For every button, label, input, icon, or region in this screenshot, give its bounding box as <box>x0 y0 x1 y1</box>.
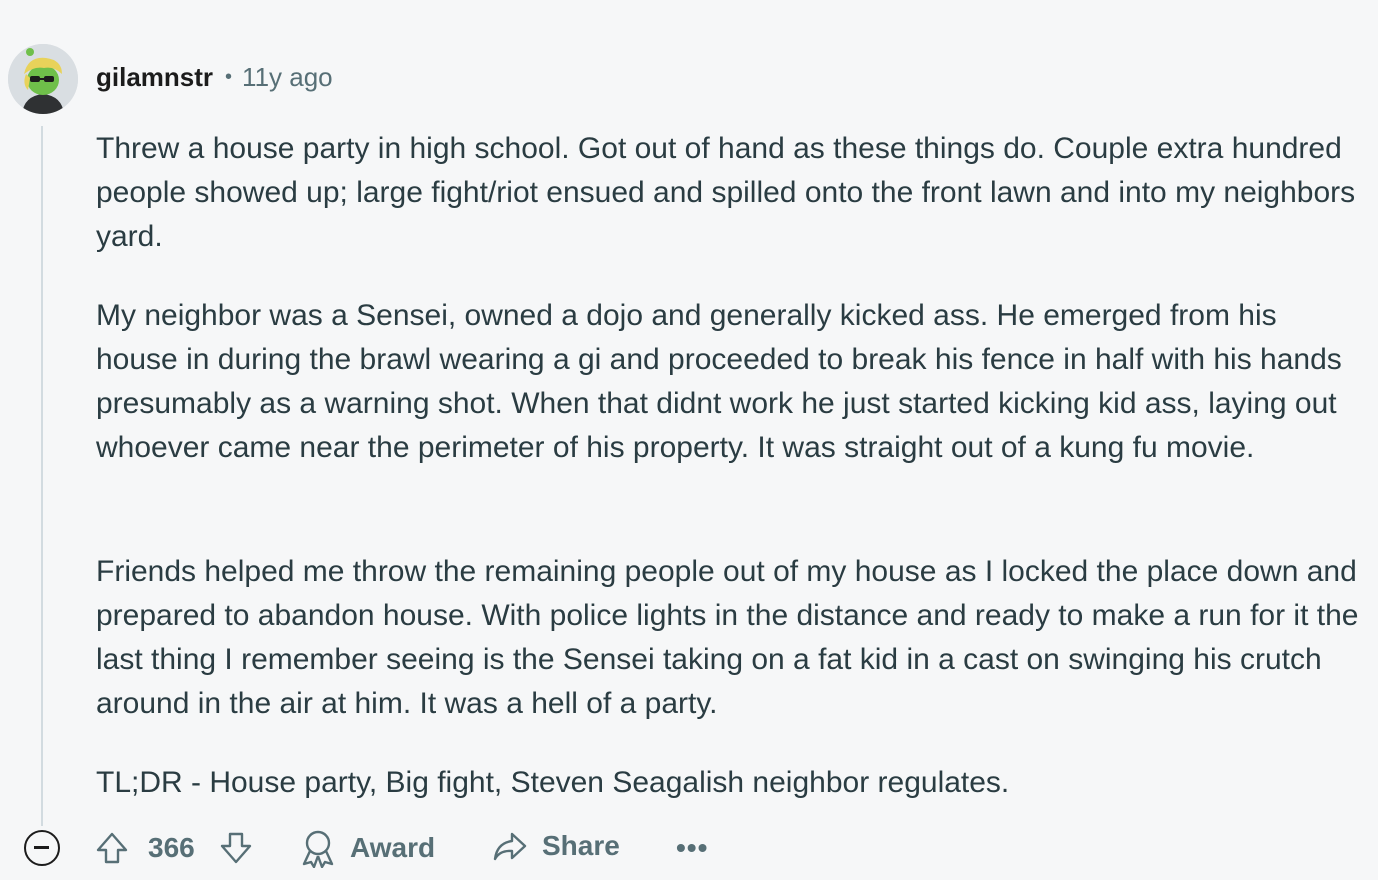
award-label: Award <box>350 832 436 863</box>
paragraph-4: TL;DR - House party, Big fight, Steven S… <box>96 766 1010 799</box>
downvote-icon[interactable] <box>218 830 254 866</box>
meta-separator: • <box>225 66 233 88</box>
paragraph-1: Threw a house party in high school. Got … <box>96 132 1356 253</box>
action-bar: 366 Award Share ••• <box>0 822 1378 874</box>
paragraph-3: Friends helped me throw the remaining pe… <box>96 555 1359 720</box>
share-button[interactable]: Share <box>492 828 620 864</box>
vote-score: 366 <box>148 832 195 863</box>
collapse-icon[interactable] <box>24 830 60 866</box>
share-icon <box>493 832 527 861</box>
thread-line[interactable] <box>41 126 43 826</box>
avatar[interactable] <box>8 44 78 114</box>
share-label: Share <box>542 830 620 861</box>
award-icon <box>302 830 334 868</box>
username[interactable]: gilamnstr <box>96 62 213 93</box>
award-button[interactable]: Award <box>300 828 435 868</box>
more-options-icon[interactable]: ••• <box>676 832 708 864</box>
upvote-icon[interactable] <box>94 830 130 866</box>
paragraph-2: My neighbor was a Sensei, owned a dojo a… <box>96 299 1342 464</box>
timestamp[interactable]: 11y ago <box>242 62 333 93</box>
comment: gilamnstr • 11y ago Threw a house party … <box>0 0 1378 880</box>
comment-meta: gilamnstr • 11y ago <box>96 62 333 93</box>
